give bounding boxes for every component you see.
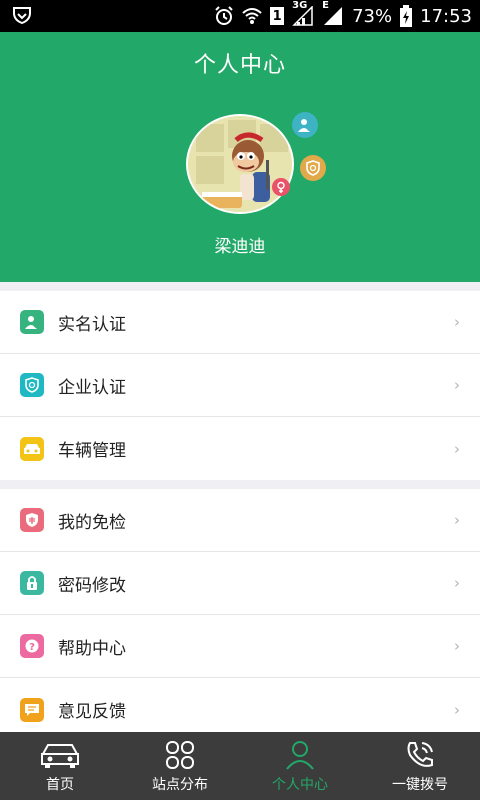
car-icon <box>20 436 44 461</box>
tab-home[interactable]: 首页 <box>0 732 120 800</box>
tab-label: 首页 <box>46 777 74 793</box>
chevron-right-icon: › <box>454 439 460 458</box>
tab-quick-dial[interactable]: 一键拨号 <box>360 732 480 800</box>
help-icon: ? <box>20 634 44 658</box>
menu-label: 意见反馈 <box>58 702 126 722</box>
chevron-right-icon: › <box>454 574 460 592</box>
menu-item-vehicle-management[interactable]: 车辆管理 › <box>0 417 480 480</box>
wifi-icon <box>242 7 262 25</box>
verified-user-badge-icon <box>292 112 318 138</box>
menu-item-change-password[interactable]: 密码修改 › <box>0 552 480 615</box>
alarm-clock-icon <box>214 6 234 26</box>
signal-edge-icon: E <box>322 0 344 26</box>
person-icon <box>285 738 315 772</box>
feedback-icon <box>20 697 44 722</box>
avatar[interactable] <box>186 114 294 214</box>
menu-label: 车辆管理 <box>58 441 126 461</box>
tab-label: 站点分布 <box>152 777 208 793</box>
notification-shield-icon <box>12 5 32 25</box>
chevron-right-icon: › <box>454 376 460 394</box>
chevron-right-icon: › <box>454 511 460 529</box>
username: 梁迪迪 <box>214 237 266 257</box>
page-title: 个人中心 <box>193 53 286 78</box>
tab-label: 一键拨号 <box>392 777 448 793</box>
menu-item-real-name-auth[interactable]: 实名认证 › <box>0 291 480 354</box>
edge-label: E <box>322 0 329 11</box>
menu-item-help-center[interactable]: ? 帮助中心 › <box>0 615 480 678</box>
chevron-right-icon: › <box>454 637 460 655</box>
car-icon <box>40 738 80 772</box>
chevron-right-icon: › <box>454 313 460 331</box>
clover-icon <box>164 738 196 772</box>
bottom-nav: 首页 站点分布 个人中心 一键拨号 <box>0 732 480 800</box>
svg-text:?: ? <box>29 642 35 653</box>
phone-icon <box>404 738 436 772</box>
menu-label: 我的免检 <box>58 512 126 533</box>
enterprise-badge-icon <box>300 155 326 181</box>
lock-icon <box>20 571 44 595</box>
menu-label: 企业认证 <box>58 377 126 398</box>
menu-label: 帮助中心 <box>58 638 126 659</box>
menu-item-my-exemption[interactable]: 我的免检 › <box>0 489 480 552</box>
enterprise-icon <box>20 373 44 397</box>
tab-label: 个人中心 <box>272 777 328 793</box>
battery-percent: 73% <box>352 5 393 27</box>
id-card-icon <box>20 310 44 334</box>
menu-label: 密码修改 <box>58 575 126 596</box>
sim-slot-badge: 1 <box>270 7 285 25</box>
signal-3g-icon: 3G <box>292 0 314 26</box>
network-type-label: 3G <box>292 0 308 11</box>
menu-group-account: 实名认证 › 企业认证 › 车辆管理 › <box>0 291 480 480</box>
tab-station-map[interactable]: 站点分布 <box>120 732 240 800</box>
menu-group-services: 我的免检 › 密码修改 › ? 帮助中心 › 意见反馈 › <box>0 489 480 741</box>
menu-item-enterprise-auth[interactable]: 企业认证 › <box>0 354 480 417</box>
female-gender-icon <box>272 178 290 196</box>
clock-time: 17:53 <box>420 5 472 27</box>
profile-header: 个人中心 梁迪迪 <box>0 32 480 282</box>
menu-label: 实名认证 <box>58 314 126 335</box>
chevron-right-icon: › <box>454 700 460 719</box>
battery-charging-icon <box>400 5 413 27</box>
status-bar: 1 3G E 73% 17:53 <box>0 0 480 32</box>
exempt-icon <box>20 508 44 532</box>
tab-profile[interactable]: 个人中心 <box>240 732 360 800</box>
